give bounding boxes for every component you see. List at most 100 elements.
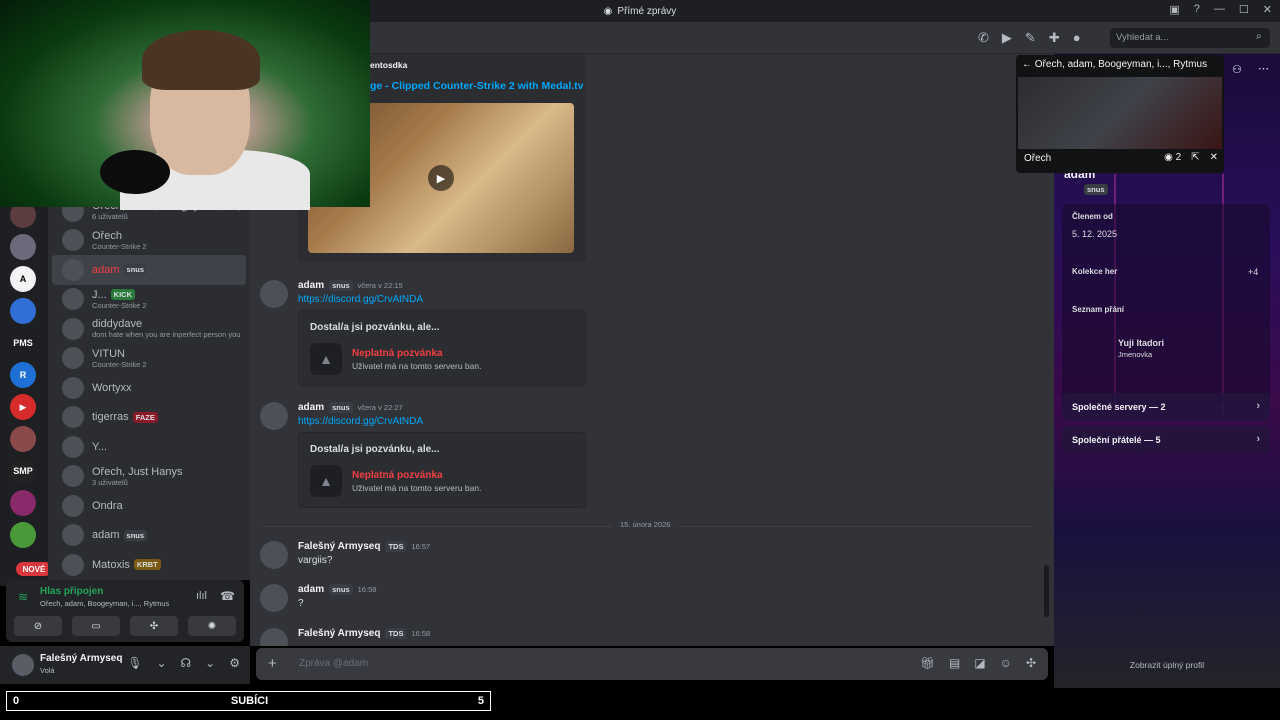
invite-embed: Dostal/a jsi pozvánku, ale... ▲ Neplatná… [298,432,586,508]
server-icon[interactable] [10,298,36,324]
server-placeholder-icon: ▲ [310,465,342,497]
games-more[interactable]: +4 [1248,267,1258,277]
message-author[interactable]: adam [298,280,324,291]
message-author[interactable]: adam [298,402,324,413]
dm-item[interactable]: Y... [52,432,246,462]
stream-controls: ◉ 2 ⇱ ✕ [1164,152,1218,163]
dm-sub: Counter-Strike 2 [92,241,147,251]
new-badge[interactable]: NOVÉ [16,562,52,576]
dm-item[interactable]: diddydave dont hate when you are inperfec… [52,314,246,344]
apps-icon[interactable]: ✣ [1026,656,1036,670]
mutual-friends[interactable]: Společní přátelé — 5 › [1062,426,1270,454]
dm-item[interactable]: Matoxis KRBT [52,550,246,580]
soundboard-icon[interactable]: ılıl [196,590,207,602]
camera-off-button[interactable]: ⊘ [14,616,62,636]
close-icon[interactable]: ✕ [1210,152,1218,163]
wish-item[interactable]: Yuji Itadori [1118,338,1164,348]
chevron-down-icon[interactable]: ⌄ [205,656,215,670]
soundboard-button[interactable]: ✺ [188,616,236,636]
message-author[interactable]: Falešný Armyseq [298,541,380,552]
close-button[interactable]: ✕ [1263,3,1272,16]
server-icon[interactable]: ▶ [10,394,36,420]
invite-desc: Uživatel má na tomto serveru ban. [352,483,482,493]
gif-icon[interactable]: ▤ [949,656,960,670]
chat-scrollbar[interactable] [1044,565,1049,617]
minimize-button[interactable]: — [1214,3,1225,16]
voice-channel[interactable]: Ořech, adam, Boogeyman, i..., Rytmus [40,599,169,608]
mic-icon[interactable]: 🎙︎ [127,656,142,670]
dm-item[interactable]: Ořech, Just Hanys 3 uživatelů [52,462,246,492]
play-icon[interactable]: ▶ [428,165,454,191]
dm-item[interactable]: VITUN Counter-Strike 2 [52,344,246,374]
view-full-profile[interactable]: Zobrazit úplný profil [1054,660,1280,670]
dm-item-active[interactable]: adam snus [52,255,246,285]
add-friend-icon[interactable]: ✚ [1049,30,1060,46]
message-author[interactable]: Falešný Armyseq [298,628,380,639]
back-arrow-icon[interactable]: ← [1022,59,1035,70]
plus-icon[interactable]: + [268,655,277,672]
call-icon[interactable]: ✆ [978,30,989,46]
gift-icon[interactable]: 🎁︎ [920,656,935,670]
message-input[interactable]: Zpráva @adam [299,658,368,669]
dm-item[interactable]: Ořech Counter-Strike 2 [52,226,246,256]
inbox-icon[interactable]: ▣ [1169,3,1179,16]
search-input[interactable]: Vyhledat a... [1110,28,1270,48]
headphones-icon[interactable]: ☊ [181,656,192,670]
message-meta: Falešný Armyseq TDS 16:57 [298,541,430,552]
avatar[interactable] [260,584,288,612]
embed-title[interactable]: ge - Clipped Counter-Strike 2 with Medal… [370,80,584,92]
message-composer[interactable]: + Zpráva @adam 🎁︎ ▤ ◪ ☺ ✣ [256,648,1048,680]
dm-name: diddydave [92,318,143,331]
embed-author: entosdka [370,60,408,70]
popout-icon[interactable]: ⇱ [1191,152,1199,163]
disconnect-icon[interactable]: ☎ [220,589,235,603]
server-icon[interactable]: R [10,362,36,388]
invite-title: Dostal/a jsi pozvánku, ale... [310,322,440,333]
message-author[interactable]: adam [298,584,324,595]
dm-item[interactable]: Wortyxx [52,373,246,403]
server-icon[interactable]: SMP [10,458,36,484]
message-text: ? [298,598,304,609]
video-icon[interactable]: ▶ [1002,30,1012,46]
avatar [62,347,84,370]
screen-share-button[interactable]: ▭ [72,616,120,636]
activities-button[interactable]: ✣ [130,616,178,636]
more-icon[interactable]: ⋯ [1258,62,1269,75]
server-icon[interactable] [10,522,36,548]
server-icon[interactable] [10,234,36,260]
dm-item[interactable]: adam snus [52,521,246,551]
dm-name: Ořech, Just Hanys [92,465,183,478]
maximize-button[interactable]: ☐ [1239,3,1249,16]
server-icon[interactable]: PMS [10,330,36,356]
server-placeholder-icon: ▲ [310,343,342,375]
server-icon[interactable] [10,426,36,452]
help-icon[interactable]: ? [1194,3,1200,16]
server-icon[interactable] [10,490,36,516]
dm-item[interactable]: J... KICK Counter-Strike 2 [52,285,246,315]
add-member-icon[interactable]: ⚇ [1232,63,1242,76]
mutual-servers[interactable]: Společné servery — 2 › [1062,393,1270,421]
dm-item[interactable]: Ondra [52,491,246,521]
avatar[interactable] [260,628,288,646]
message-link[interactable]: https://discord.gg/CrvAtNDA [298,294,423,305]
sticker-icon[interactable]: ◪ [974,656,985,670]
wish-item-sub: Jmenovka [1118,350,1153,359]
avatar[interactable] [260,280,288,308]
profile-icon[interactable]: ● [1073,30,1081,46]
stream-overlay[interactable]: ← Ořech, adam, Boogeyman, i..., Rytmus O… [1016,55,1224,173]
dm-name: Wortyxx [92,381,132,394]
emoji-icon[interactable]: ☺ [1000,656,1012,670]
stream-preview[interactable] [1018,77,1222,149]
message-link[interactable]: https://discord.gg/CrvAtNDA [298,416,423,427]
avatar [62,524,84,547]
avatar[interactable] [260,541,288,569]
chevron-down-icon[interactable]: ⌄ [156,656,166,670]
server-icon[interactable]: A [10,266,36,292]
pin-icon[interactable]: ✎ [1025,30,1036,46]
avatar[interactable] [260,402,288,430]
voice-status: Hlas připojen [40,586,104,597]
dm-item[interactable]: tigerras FAZE [52,403,246,433]
gear-icon[interactable]: ⚙ [229,656,240,670]
server-rail: A PMS R ▶ SMP [0,196,48,586]
user-avatar[interactable] [12,654,34,676]
